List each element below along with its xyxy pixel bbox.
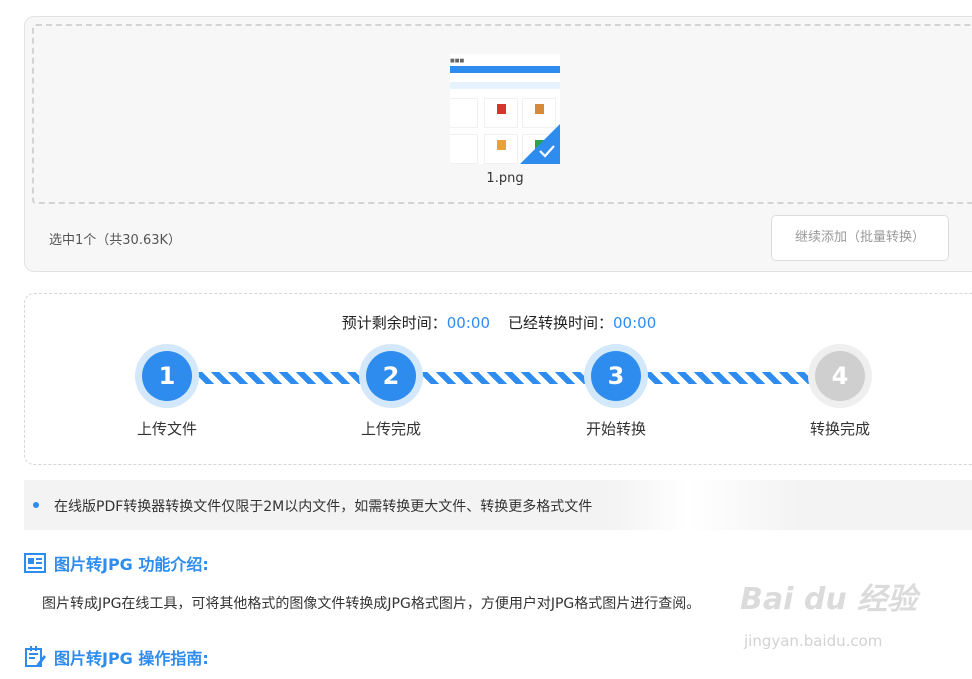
thumbnail-cell (450, 98, 478, 128)
remaining-time-value: 00:00 (446, 314, 490, 332)
watermark-logo: Bai du 经验 (740, 582, 918, 617)
notice-bar: 在线版PDF转换器转换文件仅限于2M以内文件，如需转换更大文件、转换更多格式文件 (24, 480, 972, 530)
step-label: 上传文件 (136, 420, 197, 438)
edit-note-icon (25, 646, 46, 667)
step-label: 开始转换 (585, 420, 646, 438)
thumbnail-cell (484, 98, 518, 128)
elapsed-time-value: 00:00 (613, 314, 657, 332)
intro-body: 图片转成JPG在线工具，可将其他格式的图像文件转换成JPG格式图片，方便用户对J… (42, 596, 701, 612)
guide-title-text: 图片转JPG 操作指南: (54, 649, 209, 668)
thumbnail-cell (450, 134, 478, 164)
step-number: 2 (366, 351, 416, 401)
thumbnail-preview-content: ■■■ (450, 58, 465, 64)
pdf-icon (497, 104, 506, 114)
progress-connector (414, 372, 612, 384)
elapsed-time-label: 已经转换时间： (508, 314, 614, 332)
file-thumbnail[interactable]: ■■■ (450, 54, 560, 164)
step-label: 转换完成 (809, 420, 870, 438)
notice-text: 在线版PDF转换器转换文件仅限于2M以内文件，如需转换更大文件、转换更多格式文件 (54, 499, 593, 515)
thumbnail-cell (484, 134, 518, 164)
watermark-url: jingyan.baidu.com (744, 632, 883, 650)
step-2: 2 (359, 344, 423, 408)
remaining-time-label: 预计剩余时间： (341, 314, 447, 332)
progress-connector (638, 372, 836, 384)
intro-title-text: 图片转JPG 功能介绍: (54, 555, 209, 574)
upload-panel: ■■■ 1.png 选中1个（共30.63K） 继续添加（批量转换） (24, 16, 972, 272)
file-name: 1.png (486, 171, 524, 186)
step-number: 4 (815, 351, 865, 401)
step-number: 1 (142, 351, 192, 401)
step-1: 1 (135, 344, 199, 408)
step-3: 3 (584, 344, 648, 408)
file-drop-zone[interactable]: ■■■ 1.png (32, 24, 972, 204)
step-4: 4 (808, 344, 872, 408)
selection-info: 选中1个（共30.63K） (49, 233, 182, 248)
baidu-watermark: Bai du 经验 jingyan.baidu.com (740, 570, 920, 660)
progress-connector (189, 372, 387, 384)
image-icon (535, 104, 544, 114)
time-status: 预计剩余时间：00:00 已经转换时间：00:00 (25, 312, 972, 333)
file-icon (497, 140, 506, 150)
thumbnail-nav-bar (450, 66, 560, 73)
add-more-button[interactable]: 继续添加（批量转换） (771, 215, 949, 261)
check-icon (539, 145, 555, 158)
step-number: 3 (591, 351, 641, 401)
thumbnail-banner (450, 82, 560, 89)
article-icon (24, 553, 46, 573)
progress-panel: 预计剩余时间：00:00 已经转换时间：00:00 1 2 3 4 上传文件 上传… (24, 293, 972, 465)
step-label: 上传完成 (360, 420, 421, 438)
bullet-icon (33, 502, 39, 508)
